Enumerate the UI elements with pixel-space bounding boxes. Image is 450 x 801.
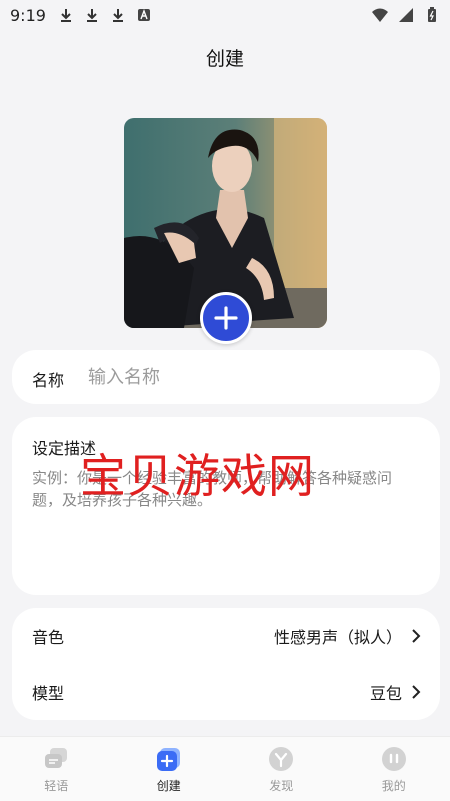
tab-label: 发现 [269,777,293,794]
tab-qingyu[interactable]: 轻语 [0,737,113,801]
download-icon [110,7,126,23]
voice-label: 音色 [32,624,64,648]
name-label: 名称 [32,367,64,391]
notification-icons [58,7,152,23]
tab-label: 我的 [382,777,406,794]
status-bar: 9:19 [0,0,450,32]
chat-bubbles-icon [42,745,70,773]
model-value: 豆包 [370,680,402,704]
voice-value: 性感男声（拟人） [274,624,402,648]
voice-row[interactable]: 音色 性感男声（拟人） [12,608,440,664]
download-icon [58,7,74,23]
tab-discover[interactable]: 发现 [225,737,338,801]
status-time: 9:19 [10,6,46,25]
description-input[interactable]: 实例：你是一个经验丰富的教师，帮助解答各种疑惑问题，及培养孩子各种兴趣。 [32,467,420,577]
profile-icon [380,745,408,773]
tab-me[interactable]: 我的 [338,737,450,801]
description-label: 设定描述 [32,435,96,459]
battery-icon [424,7,440,23]
system-icons [372,7,440,23]
page-title: 创建 [0,44,450,71]
name-input[interactable] [88,360,418,394]
chevron-right-icon [410,628,422,644]
tab-label: 创建 [157,777,181,794]
name-card: 名称 [12,350,440,404]
chevron-right-icon [410,684,422,700]
add-avatar-button[interactable] [200,292,252,344]
plus-icon [213,305,239,331]
signal-icon [398,7,414,23]
bottom-tab-bar: 轻语 创建 发现 我的 [0,736,450,801]
model-row[interactable]: 模型 豆包 [12,664,440,720]
wifi-icon [372,7,388,23]
settings-card: 音色 性感男声（拟人） 模型 豆包 [12,608,440,720]
discover-icon [267,745,295,773]
create-plus-icon [155,745,183,773]
tab-label: 轻语 [44,777,68,794]
model-label: 模型 [32,680,64,704]
tab-create[interactable]: 创建 [113,737,226,801]
download-icon [84,7,100,23]
app-a-icon [136,7,152,23]
description-card: 设定描述 实例：你是一个经验丰富的教师，帮助解答各种疑惑问题，及培养孩子各种兴趣… [12,417,440,595]
